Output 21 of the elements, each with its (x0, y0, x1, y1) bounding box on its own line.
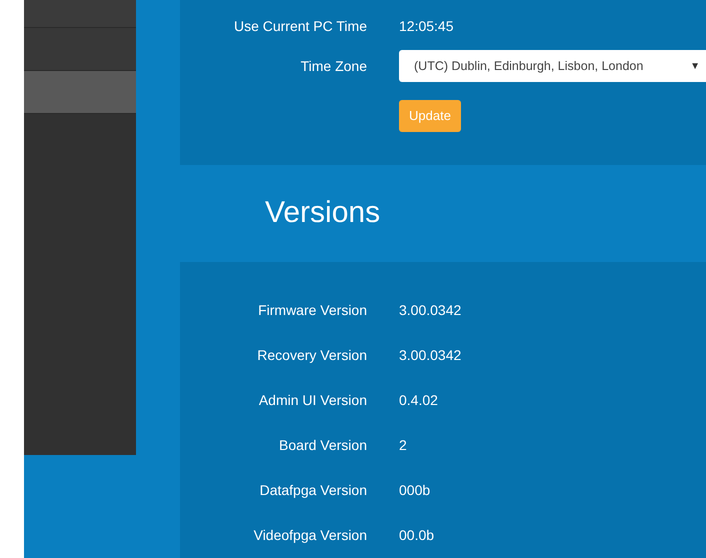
version-label: Datafpga Version (258, 481, 367, 500)
version-value: 000b (399, 481, 432, 500)
section-heading: Versions (265, 195, 382, 231)
version-value: 00.0b (399, 526, 436, 545)
version-value: 3.00.0342 (399, 346, 462, 365)
version-label: Firmware Version (257, 301, 367, 320)
caret-icon: ▼ (690, 58, 700, 74)
timezone-select[interactable]: (UTC) Dublin, Edinburgh, Lisbon, London ▼ (399, 50, 706, 82)
field-label: Use Current PC Time (232, 16, 367, 36)
field-value: 12:05:45 (399, 16, 454, 36)
sidebar-item[interactable] (24, 28, 136, 71)
version-label: Admin UI Version (258, 391, 367, 410)
version-value: 3.00.0342 (399, 301, 462, 320)
version-label: Board Version (278, 436, 367, 455)
version-label: Recovery Version (256, 346, 367, 365)
field-label: Time Zone (300, 56, 367, 76)
sidebar-item[interactable] (24, 0, 136, 28)
version-value: 0.4.02 (399, 391, 439, 410)
version-label: Videofpga Version (252, 526, 367, 545)
version-value: 2 (399, 436, 408, 455)
sidebar-item[interactable] (24, 71, 136, 114)
